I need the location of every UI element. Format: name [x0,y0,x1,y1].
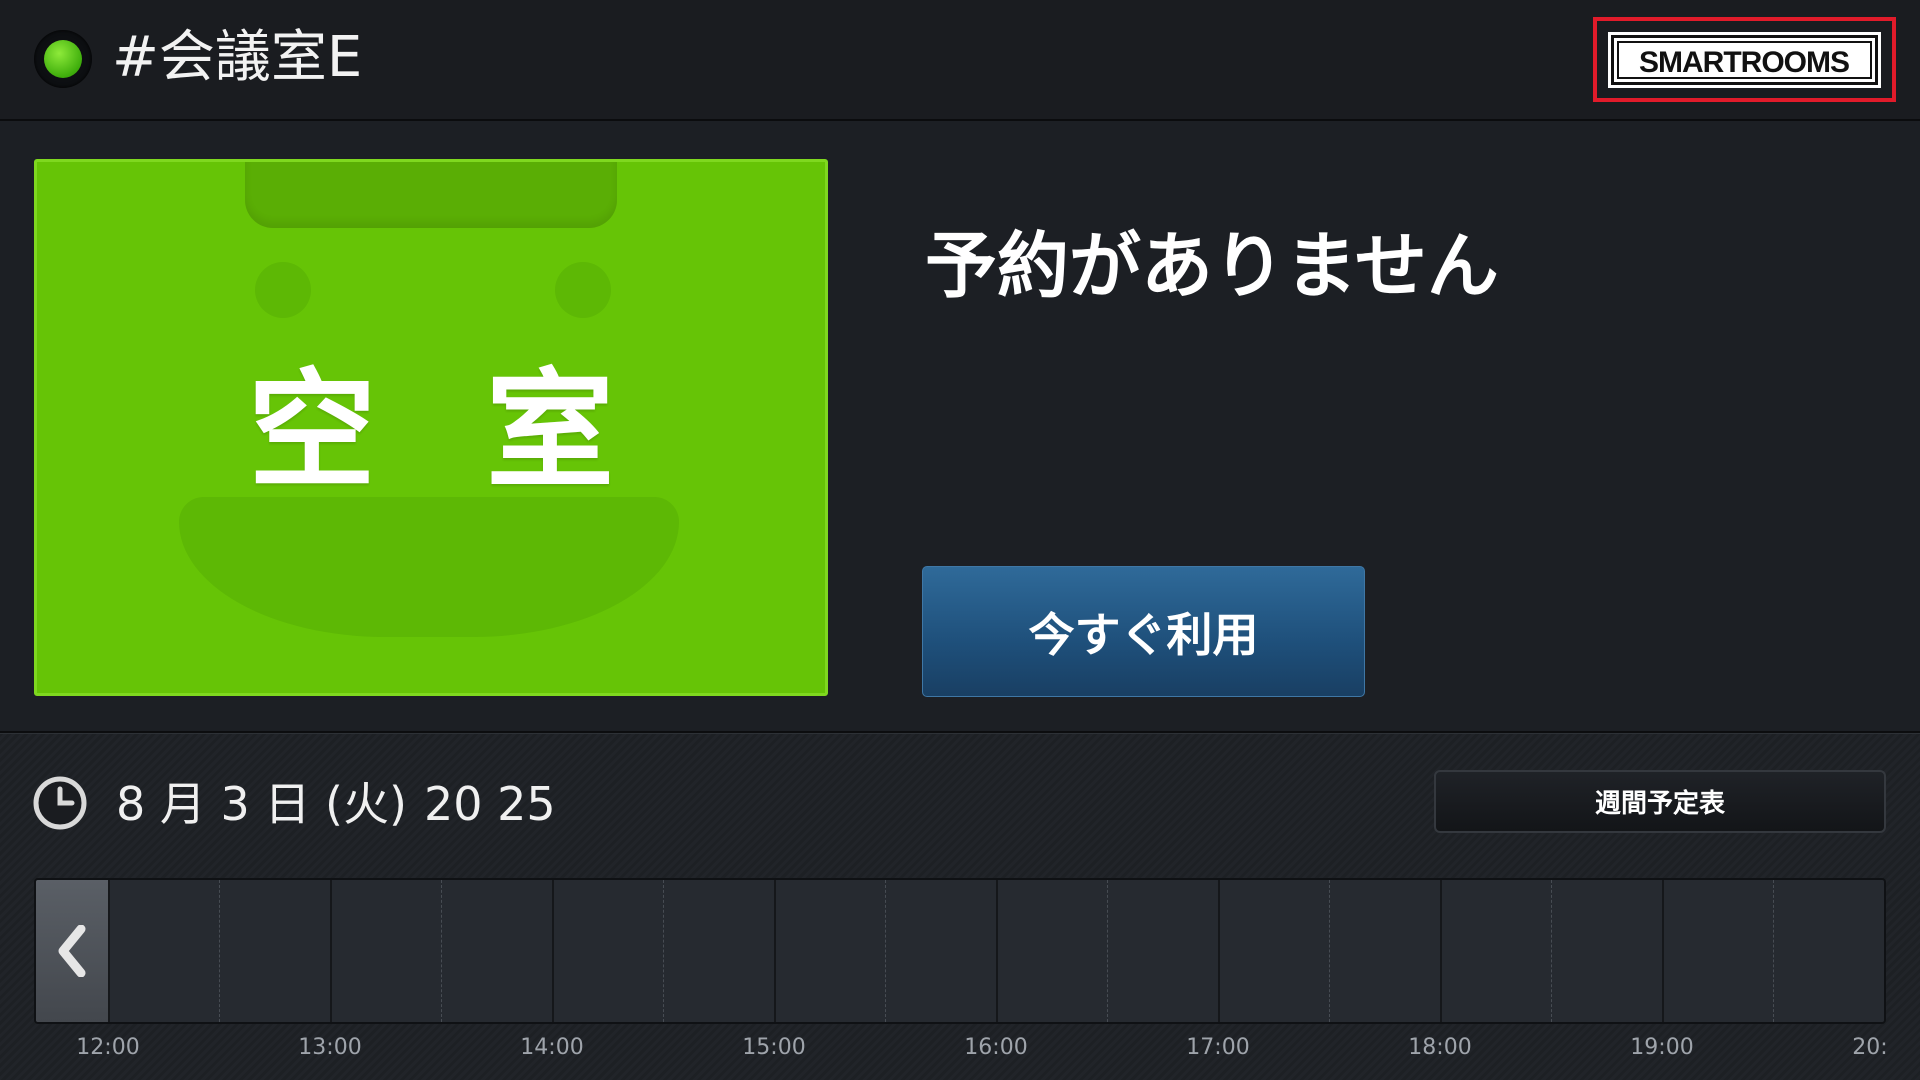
availability-indicator-icon [34,30,92,88]
timeline-half-hour-divider [1107,880,1108,1022]
timeline-hour-divider [330,880,332,1022]
timeline-prev-button[interactable] [36,880,110,1022]
timeline-hour-divider [1218,880,1220,1022]
timeline-half-hour-divider [219,880,220,1022]
timeline-half-hour-divider [885,880,886,1022]
timeline-hour-label: 20: [1852,1035,1888,1060]
room-status-card: 空室 [34,159,828,696]
timeline-hour-label: 19:00 [1630,1035,1694,1060]
timeline-slots[interactable] [110,880,1884,1022]
timeline-hour-labels: 12:00 13:00 14:00 15:00 16:00 17:00 18:00 19:00… [0,1035,1920,1065]
logo-highlight-box: SMARTROOMS [1593,17,1896,102]
logo-wordmark: SMARTROOMS [1639,46,1850,79]
timeline-hour-divider [552,880,554,1022]
timeline-hour-label: 16:00 [964,1035,1028,1060]
weekly-schedule-button[interactable]: 週間予定表 [1434,770,1886,833]
smartrooms-logo: SMARTROOMS [1608,32,1881,88]
schedule-panel: 8 月 3 日 (火) 20 25 週間予定表 12:00 13:00 14:00 1… [0,731,1920,1080]
card-smile-shape [179,497,679,637]
timeline-hour-divider [1662,880,1664,1022]
logo-text: SMARTROOMS [1639,46,1849,79]
availability-indicator-light [44,40,82,78]
use-now-button[interactable]: 今すぐ利用 [922,566,1365,697]
timeline-hour-divider [1440,880,1442,1022]
clock-icon [33,776,87,830]
timeline-hour-label: 12:00 [76,1035,140,1060]
timeline-half-hour-divider [1551,880,1552,1022]
current-date: 8 月 3 日 (火) [116,777,407,831]
timeline-hour-label: 15:00 [742,1035,806,1060]
timeline-half-hour-divider [1773,880,1774,1022]
timeline-hour-label: 14:00 [520,1035,584,1060]
card-tab-shape [245,162,617,228]
chevron-left-icon [58,925,86,977]
timeline-half-hour-divider [663,880,664,1022]
room-name: #会議室E [112,25,363,90]
timeline-bar[interactable] [34,878,1886,1024]
header-bar: #会議室E SMARTROOMS [0,0,1920,121]
card-eye-left [255,262,311,318]
room-status-label: 空室 [247,357,724,506]
reservation-message: 予約がありません [925,224,1499,308]
timeline-hour-label: 17:00 [1186,1035,1250,1060]
timeline-half-hour-divider [1329,880,1330,1022]
current-time: 20 25 [424,777,556,831]
timeline-hour-label: 18:00 [1408,1035,1472,1060]
card-eye-right [555,262,611,318]
timeline-hour-divider [996,880,998,1022]
timeline-half-hour-divider [441,880,442,1022]
main-panel: 空室 予約がありません 今すぐ利用 [0,121,1920,731]
timeline-hour-label: 13:00 [298,1035,362,1060]
timeline-hour-divider [774,880,776,1022]
